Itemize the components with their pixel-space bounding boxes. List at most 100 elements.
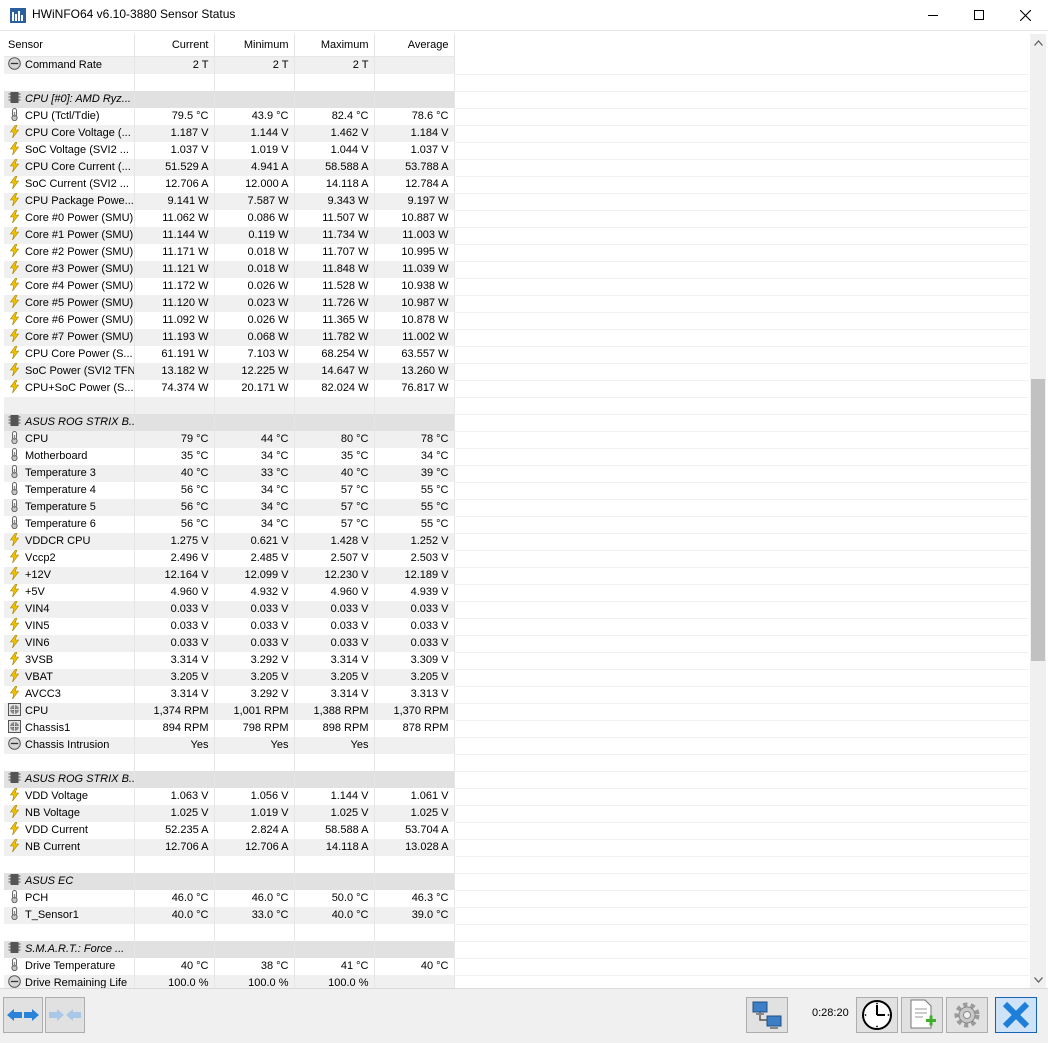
table-row[interactable]: VDD Voltage 1.063 V 1.056 V 1.144 V 1.061 V bbox=[4, 788, 455, 805]
sensor-table-area[interactable]: Sensor Current Minimum Maximum Average C… bbox=[4, 34, 1030, 988]
table-row[interactable]: VDDCR CPU 1.275 V 0.621 V 1.428 V 1.252 V bbox=[4, 533, 455, 550]
scroll-up-button[interactable] bbox=[1030, 34, 1046, 51]
sensor-group-header[interactable]: S.M.A.R.T.: Force ... bbox=[4, 941, 455, 958]
sensor-group-header[interactable]: CPU [#0]: AMD Ryz... bbox=[4, 91, 455, 108]
value-max: 0.033 V bbox=[294, 618, 375, 635]
table-row[interactable]: VIN5 0.033 V 0.033 V 0.033 V 0.033 V bbox=[4, 618, 455, 635]
value-avg: 13.260 W bbox=[374, 363, 455, 380]
table-row[interactable]: CPU (Tctl/Tdie) 79.5 °C 43.9 °C 82.4 °C 78.6… bbox=[4, 108, 455, 125]
table-row[interactable]: CPU+SoC Power (S... 74.374 W 20.171 W 82.02… bbox=[4, 380, 455, 397]
table-row[interactable]: T_Sensor1 40.0 °C 33.0 °C 40.0 °C 39.0 °C bbox=[4, 907, 455, 924]
table-row[interactable]: SoC Voltage (SVI2 ... 1.037 V 1.019 V 1.044… bbox=[4, 142, 455, 159]
scroll-thumb[interactable] bbox=[1031, 379, 1045, 661]
sensor-name-cell: Drive Remaining Life bbox=[4, 975, 135, 988]
blank-cell bbox=[214, 924, 295, 941]
table-row[interactable]: Core #4 Power (SMU) 11.172 W 0.026 W 11.528… bbox=[4, 278, 455, 295]
table-row[interactable]: Drive Remaining Life 100.0 % 100.0 % 100.0 … bbox=[4, 975, 455, 988]
table-row[interactable]: VIN6 0.033 V 0.033 V 0.033 V 0.033 V bbox=[4, 635, 455, 652]
close-window-button[interactable] bbox=[1002, 0, 1048, 30]
value-min: 12.000 A bbox=[214, 176, 295, 193]
column-header-minimum[interactable]: Minimum bbox=[214, 34, 295, 57]
table-row[interactable]: CPU 1,374 RPM 1,001 RPM 1,388 RPM 1,370 RPM bbox=[4, 703, 455, 720]
reset-timer-button[interactable] bbox=[856, 997, 898, 1033]
maximize-button[interactable] bbox=[956, 0, 1002, 30]
fan-icon bbox=[8, 703, 21, 716]
table-row[interactable]: Core #7 Power (SMU) 11.193 W 0.068 W 11.782… bbox=[4, 329, 455, 346]
table-row[interactable]: SoC Current (SVI2 ... 12.706 A 12.000 A 14.… bbox=[4, 176, 455, 193]
sensor-name: Vccp2 bbox=[25, 552, 56, 564]
table-row[interactable]: Motherboard 35 °C 34 °C 35 °C 34 °C bbox=[4, 448, 455, 465]
title-bar[interactable]: HWiNFO64 v6.10-3880 Sensor Status bbox=[0, 0, 1048, 31]
table-row[interactable]: Chassis Intrusion Yes Yes Yes bbox=[4, 737, 455, 754]
lightning-bolt-icon bbox=[9, 805, 20, 818]
value-avg: 3.309 V bbox=[374, 652, 455, 669]
expand-collapse-button[interactable] bbox=[3, 997, 43, 1033]
table-row[interactable]: Drive Temperature 40 °C 38 °C 41 °C 40 °C bbox=[4, 958, 455, 975]
table-row[interactable]: Temperature 4 56 °C 34 °C 57 °C 55 °C bbox=[4, 482, 455, 499]
table-row[interactable]: Command Rate 2 T2 T2 T bbox=[4, 56, 455, 74]
lightning-bolt-icon bbox=[9, 329, 20, 342]
table-row[interactable]: VDD Current 52.235 A 2.824 A 58.588 A 53.704… bbox=[4, 822, 455, 839]
table-row[interactable]: 3VSB 3.314 V 3.292 V 3.314 V 3.309 V bbox=[4, 652, 455, 669]
value-cur: 100.0 % bbox=[134, 975, 215, 988]
column-header-maximum[interactable]: Maximum bbox=[294, 34, 375, 57]
column-header-current[interactable]: Current bbox=[134, 34, 215, 57]
vertical-scrollbar[interactable] bbox=[1030, 34, 1046, 988]
table-row[interactable]: Core #1 Power (SMU) 11.144 W 0.119 W 11.734… bbox=[4, 227, 455, 244]
table-row[interactable]: CPU Package Powe... 9.141 W 7.587 W 9.343 W… bbox=[4, 193, 455, 210]
table-row[interactable]: Core #6 Power (SMU) 11.092 W 0.026 W 11.365… bbox=[4, 312, 455, 329]
table-row[interactable]: SoC Power (SVI2 TFN) 13.182 W 12.225 W 14.6… bbox=[4, 363, 455, 380]
swap-layout-button[interactable] bbox=[45, 997, 85, 1033]
scroll-down-button[interactable] bbox=[1030, 971, 1046, 988]
sensor-name: Core #2 Power (SMU) bbox=[25, 246, 134, 258]
table-row[interactable]: Temperature 5 56 °C 34 °C 57 °C 55 °C bbox=[4, 499, 455, 516]
table-row[interactable]: Temperature 3 40 °C 33 °C 40 °C 39 °C bbox=[4, 465, 455, 482]
network-button[interactable] bbox=[746, 997, 788, 1033]
column-header-average[interactable]: Average bbox=[374, 34, 455, 57]
table-row[interactable]: NB Voltage 1.025 V 1.019 V 1.025 V 1.025 V bbox=[4, 805, 455, 822]
value-min: 0.033 V bbox=[214, 635, 295, 652]
group-empty-cell bbox=[214, 941, 295, 958]
value-cur: 56 °C bbox=[134, 482, 215, 499]
sensor-name: SoC Power (SVI2 TFN) bbox=[25, 365, 134, 377]
sensor-group-header[interactable]: ASUS EC bbox=[4, 873, 455, 890]
table-row[interactable]: Vccp2 2.496 V 2.485 V 2.507 V 2.503 V bbox=[4, 550, 455, 567]
value-min: 2.485 V bbox=[214, 550, 295, 567]
column-header-sensor[interactable]: Sensor bbox=[4, 34, 135, 57]
table-row[interactable]: Core #5 Power (SMU) 11.120 W 0.023 W 11.726… bbox=[4, 295, 455, 312]
table-row[interactable]: Core #2 Power (SMU) 11.171 W 0.018 W 11.707… bbox=[4, 244, 455, 261]
table-row[interactable]: VBAT 3.205 V 3.205 V 3.205 V 3.205 V bbox=[4, 669, 455, 686]
table-row[interactable]: CPU 79 °C 44 °C 80 °C 78 °C bbox=[4, 431, 455, 448]
group-empty-cell bbox=[134, 91, 215, 108]
minimize-button[interactable] bbox=[910, 0, 956, 30]
sensor-group-header[interactable]: ASUS ROG STRIX B... bbox=[4, 414, 455, 431]
close-sensors-button[interactable] bbox=[995, 997, 1037, 1033]
settings-button[interactable] bbox=[946, 997, 988, 1033]
lightning-bolt-icon bbox=[9, 380, 20, 393]
thermometer-icon bbox=[11, 465, 18, 478]
table-row[interactable]: PCH 46.0 °C 46.0 °C 50.0 °C 46.3 °C bbox=[4, 890, 455, 907]
logging-button[interactable] bbox=[901, 997, 943, 1033]
table-row[interactable]: CPU Core Power (S... 61.191 W 7.103 W 68.25… bbox=[4, 346, 455, 363]
table-row[interactable]: Core #3 Power (SMU) 11.121 W 0.018 W 11.848… bbox=[4, 261, 455, 278]
blank-cell bbox=[214, 397, 295, 414]
value-min: 2 T bbox=[214, 56, 295, 74]
table-row[interactable]: CPU Core Current (... 51.529 A 4.941 A 58.5… bbox=[4, 159, 455, 176]
sensor-group-header[interactable]: ASUS ROG STRIX B... bbox=[4, 771, 455, 788]
group-empty-cell bbox=[214, 873, 295, 890]
table-row[interactable]: NB Current 12.706 A 12.706 A 14.118 A 13.028… bbox=[4, 839, 455, 856]
sensor-name: VDD Current bbox=[25, 824, 88, 836]
table-row[interactable]: Core #0 Power (SMU) 11.062 W 0.086 W 11.507… bbox=[4, 210, 455, 227]
table-row[interactable]: CPU Core Voltage (... 1.187 V 1.144 V 1.462… bbox=[4, 125, 455, 142]
table-row[interactable]: VIN4 0.033 V 0.033 V 0.033 V 0.033 V bbox=[4, 601, 455, 618]
table-row[interactable]: Temperature 6 56 °C 34 °C 57 °C 55 °C bbox=[4, 516, 455, 533]
sensor-name: VBAT bbox=[25, 671, 53, 683]
group-name: S.M.A.R.T.: Force ... bbox=[4, 941, 135, 958]
value-max: 80 °C bbox=[294, 431, 375, 448]
table-row[interactable]: +12V 12.164 V 12.099 V 12.230 V 12.189 V bbox=[4, 567, 455, 584]
table-row[interactable]: Chassis1 894 RPM 798 RPM 898 RPM 878 RPM bbox=[4, 720, 455, 737]
table-row[interactable]: +5V 4.960 V 4.932 V 4.960 V 4.939 V bbox=[4, 584, 455, 601]
value-cur: 11.120 W bbox=[134, 295, 215, 312]
close-x-icon bbox=[1002, 1001, 1030, 1029]
table-row[interactable]: AVCC3 3.314 V 3.292 V 3.314 V 3.313 V bbox=[4, 686, 455, 703]
